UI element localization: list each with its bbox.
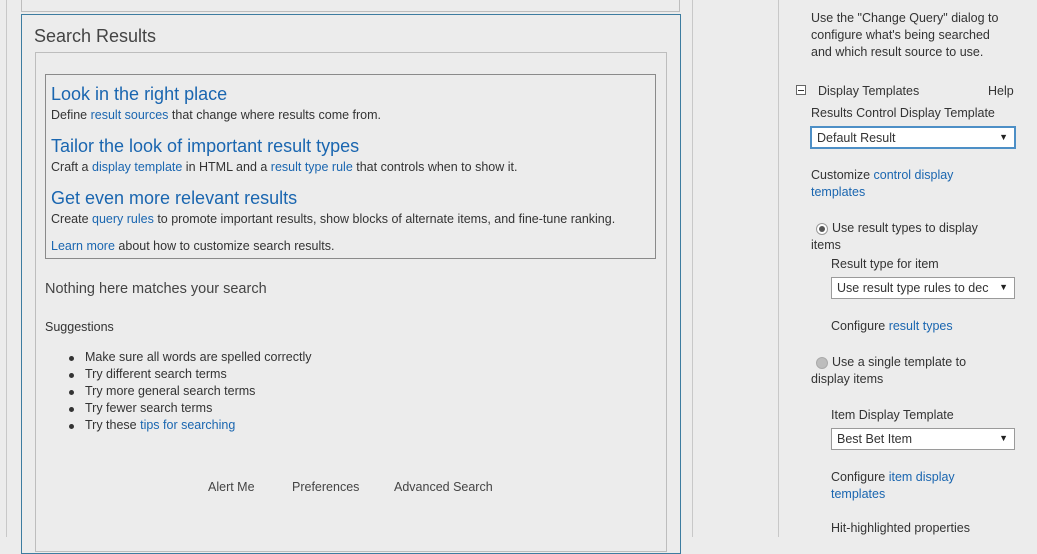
list-item: Try different search terms xyxy=(67,367,311,384)
customize-control-templates: Customize control display templates xyxy=(811,168,954,199)
change-query-intro: Use the "Change Query" dialog to configu… xyxy=(811,11,999,59)
display-template-link[interactable]: display template xyxy=(92,160,182,174)
web-part-title: Search Results xyxy=(34,26,157,46)
zone-right-border xyxy=(692,0,693,537)
help-link[interactable]: Help xyxy=(988,83,1014,100)
result-sources-link[interactable]: result sources xyxy=(91,108,169,122)
item-display-template-label: Item Display Template xyxy=(831,408,954,422)
suggestions-title: Suggestions xyxy=(45,320,114,334)
control-display-templates-link[interactable]: control display xyxy=(874,168,954,182)
dropdown-arrow-icon: ▼ xyxy=(999,132,1008,142)
learn-more-line: Learn more about how to customize search… xyxy=(51,239,335,253)
tool-pane-border xyxy=(778,0,779,537)
item-display-templates-link-2[interactable]: templates xyxy=(831,487,885,501)
list-item: Try more general search terms xyxy=(67,384,311,401)
item-display-templates-link[interactable]: item display xyxy=(889,470,955,484)
control-display-templates-link-2[interactable]: templates xyxy=(811,185,865,199)
result-type-rule-link[interactable]: result type rule xyxy=(271,160,353,174)
no-results-message: Nothing here matches your search xyxy=(45,281,267,297)
display-templates-section-title[interactable]: Display Templates xyxy=(818,83,919,100)
item-display-template-select[interactable]: Best Bet Item ▼ xyxy=(831,428,1015,450)
alert-me-link[interactable]: Alert Me xyxy=(208,480,255,494)
promo-heading-relevant-results: Get even more relevant results xyxy=(51,188,298,208)
query-rules-link[interactable]: query rules xyxy=(92,212,154,226)
list-item: Make sure all words are spelled correctl… xyxy=(67,350,311,367)
use-result-types-label: Use result types to display items xyxy=(811,221,978,252)
promo-text-relevant-results: Create query rules to promote important … xyxy=(51,212,616,226)
page-left-border xyxy=(6,0,7,537)
results-control-label: Results Control Display Template xyxy=(811,106,995,120)
dropdown-arrow-icon: ▼ xyxy=(999,282,1008,292)
suggestions-list: Make sure all words are spelled correctl… xyxy=(67,350,311,435)
promo-heading-right-place: Look in the right place xyxy=(51,84,228,104)
promo-text-right-place: Define result sources that change where … xyxy=(51,108,382,122)
configure-item-templates: Configure item display templates xyxy=(831,470,955,501)
tips-for-searching-link[interactable]: tips for searching xyxy=(140,418,235,432)
hit-highlighted-properties-label: Hit-highlighted properties xyxy=(831,521,970,535)
list-item: Try fewer search terms xyxy=(67,401,311,418)
promo-text-tailor-look: Craft a display template in HTML and a r… xyxy=(51,160,518,174)
result-type-label: Result type for item xyxy=(831,257,939,271)
dropdown-arrow-icon: ▼ xyxy=(999,433,1008,443)
learn-more-link[interactable]: Learn more xyxy=(51,239,115,253)
advanced-search-link[interactable]: Advanced Search xyxy=(394,480,493,494)
collapse-icon[interactable] xyxy=(796,85,806,95)
promo-heading-tailor-look: Tailor the look of important result type… xyxy=(51,136,360,156)
results-control-select[interactable]: Default Result ▼ xyxy=(810,126,1016,149)
result-type-select[interactable]: Use result type rules to dec ▼ xyxy=(831,277,1015,299)
previous-web-part-bottom xyxy=(21,0,680,12)
list-item: Try these tips for searching xyxy=(67,418,311,435)
result-types-link[interactable]: result types xyxy=(889,319,953,333)
configure-result-types: Configure result types xyxy=(831,319,953,333)
preferences-link[interactable]: Preferences xyxy=(292,480,359,494)
use-single-template-label: Use a single template to display items xyxy=(811,355,967,386)
